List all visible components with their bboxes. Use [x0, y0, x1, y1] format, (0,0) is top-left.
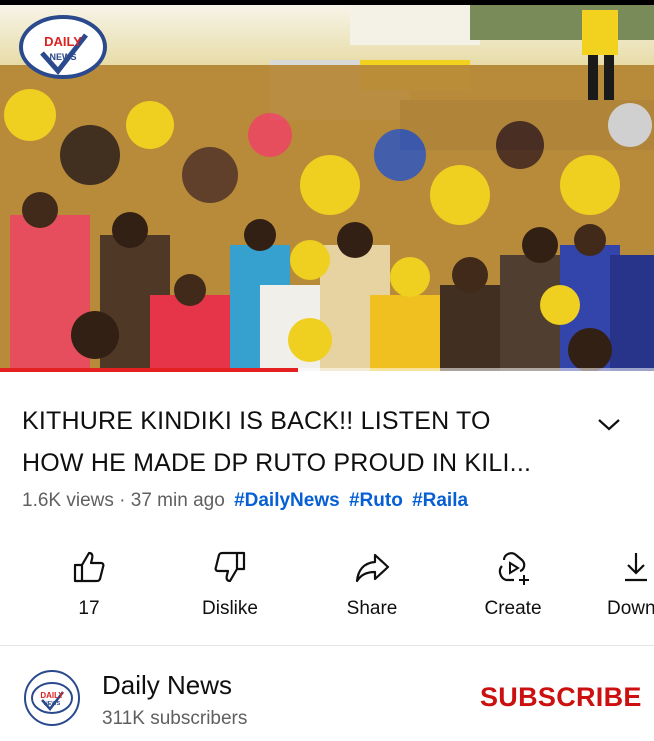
create-label: Create	[484, 598, 542, 619]
svg-text:NEWS: NEWS	[50, 52, 77, 62]
like-count: 17	[78, 598, 100, 619]
channel-avatar[interactable]: DAILY NEWS	[24, 670, 80, 726]
channel-logo: DAILY NEWS	[31, 682, 73, 714]
svg-text:DAILY: DAILY	[40, 691, 64, 700]
video-title[interactable]: KITHURE KINDIKI IS BACK!! LISTEN TO HOW …	[22, 400, 582, 484]
view-count: 1.6K views	[22, 490, 114, 511]
video-progress-fill	[0, 368, 298, 372]
video-title-line-2: HOW HE MADE DP RUTO PROUD IN KILI...	[22, 449, 532, 477]
dislike-label: Dislike	[202, 598, 258, 619]
like-button[interactable]: 17	[34, 540, 144, 630]
download-button[interactable]: Down	[600, 540, 654, 630]
hashtag-ruto[interactable]: #Ruto	[349, 490, 403, 511]
channel-row: DAILY NEWS Daily News 311K subscribers S…	[0, 652, 654, 741]
upload-age: 37 min ago	[130, 490, 225, 511]
video-meta: 1.6K views · 37 min ago #DailyNews #Ruto…	[22, 490, 468, 512]
video-progress-bar[interactable]	[0, 368, 654, 372]
download-icon	[625, 553, 647, 582]
dislike-button[interactable]: Dislike	[175, 540, 285, 630]
svg-text:DAILY: DAILY	[44, 34, 82, 49]
chevron-down-icon	[598, 419, 620, 431]
hashtag-dailynews[interactable]: #DailyNews	[234, 490, 340, 511]
download-label: Down	[607, 598, 654, 619]
channel-watermark-logo: DAILY NEWS	[19, 15, 107, 79]
share-button[interactable]: Share	[317, 540, 427, 630]
svg-text:NEWS: NEWS	[44, 701, 61, 707]
channel-name[interactable]: Daily News	[102, 670, 232, 701]
like-icon	[73, 551, 105, 583]
expand-description-button[interactable]	[596, 413, 622, 435]
create-button[interactable]: Create	[458, 540, 568, 630]
subscriber-count: 311K subscribers	[102, 708, 248, 729]
video-player[interactable]: DAILY NEWS	[0, 5, 654, 371]
meta-separator: ·	[119, 490, 126, 511]
subscribe-button[interactable]: SUBSCRIBE	[480, 682, 642, 713]
create-icon	[498, 552, 529, 585]
action-bar: 17 Dislike Share Create Down	[0, 540, 654, 630]
share-icon	[355, 553, 390, 583]
dislike-icon	[214, 551, 246, 583]
video-title-line-1: KITHURE KINDIKI IS BACK!! LISTEN TO	[22, 407, 491, 435]
video-frame: DAILY NEWS	[0, 5, 654, 371]
section-divider	[0, 645, 654, 646]
hashtag-raila[interactable]: #Raila	[412, 490, 468, 511]
share-label: Share	[346, 598, 398, 619]
